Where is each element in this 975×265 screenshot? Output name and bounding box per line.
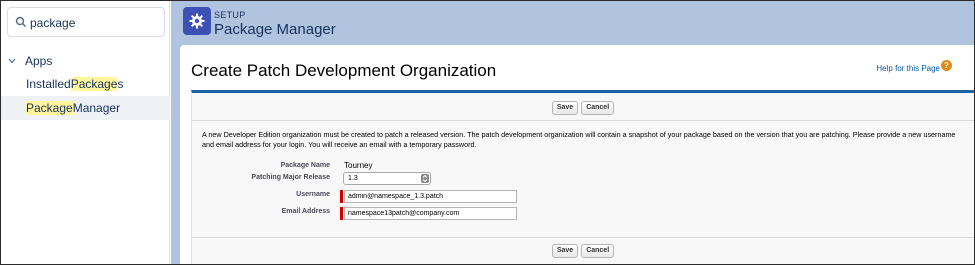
patching-major-release-label: Patching Major Release (251, 174, 330, 181)
form-title: Create Patch Development Organization (191, 61, 497, 80)
sidebar-item-label: Installed (26, 77, 71, 91)
top-button-bar: Save Cancel (192, 95, 974, 121)
page-header: SETUP Package Manager (171, 1, 974, 45)
package-name-value: Tourney (344, 161, 373, 170)
cancel-button[interactable]: Cancel (581, 244, 615, 258)
email-address-label: Email Address (281, 208, 330, 215)
patching-major-release-select[interactable]: 1.3 (343, 172, 431, 185)
save-button[interactable]: Save (551, 100, 579, 115)
sidebar-item-package-manager[interactable]: Package Manager (1, 96, 170, 120)
nav-section-apps[interactable]: Apps (1, 51, 170, 71)
help-icon[interactable]: ? (941, 60, 952, 71)
search-match-highlight: Package (70, 77, 118, 91)
required-indicator (340, 207, 343, 220)
quick-find-input[interactable] (30, 14, 160, 31)
nav-section-label: Apps (25, 54, 53, 68)
search-match-highlight: Package (26, 101, 73, 115)
header-category: SETUP (214, 10, 246, 20)
gear-icon (189, 13, 205, 29)
username-field[interactable] (344, 190, 517, 203)
cancel-button[interactable]: Cancel (581, 100, 615, 115)
help-link[interactable]: Help for this Page (876, 64, 940, 73)
edit-form: Save Cancel A new Developer Edition orga… (191, 90, 974, 264)
sidebar-item-installed-packages[interactable]: Installed Package s (1, 72, 170, 96)
search-icon (15, 16, 26, 27)
select-caret-icon (421, 174, 429, 183)
setup-sidebar: Apps Installed Packages Package Manager (1, 1, 170, 264)
instructions-text: A new Developer Edition organization mus… (202, 130, 956, 149)
quick-find-box[interactable] (7, 7, 165, 37)
content-card: Create Patch Development Organization He… (180, 45, 974, 264)
bottom-button-bar: Save Cancel (192, 237, 974, 264)
select-value: 1.3 (348, 175, 358, 182)
chevron-down-icon (8, 58, 16, 64)
email-field[interactable] (344, 207, 517, 220)
sidebar-item-label-suffix: Manager (72, 101, 121, 115)
page-title: Package Manager (214, 21, 336, 38)
save-button[interactable]: Save (551, 244, 579, 258)
required-indicator (340, 190, 343, 203)
username-label: Username (296, 191, 330, 198)
sidebar-item-label-suffix: s (117, 77, 124, 91)
main-content: SETUP Package Manager Create Patch Devel… (171, 1, 974, 264)
package-name-label: Package Name (280, 162, 330, 169)
setup-gear-icon (183, 7, 211, 35)
